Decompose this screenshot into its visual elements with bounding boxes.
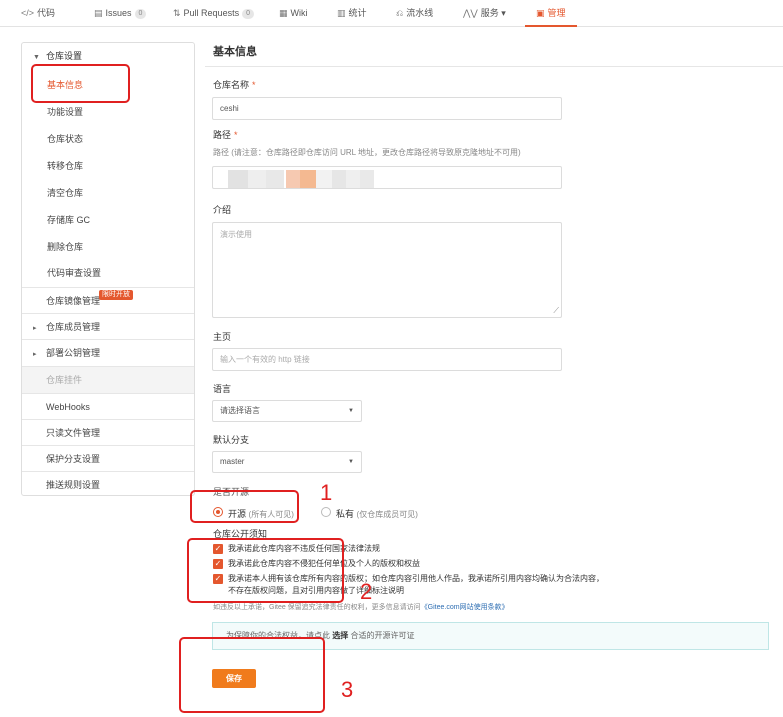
wiki-icon: ▦ xyxy=(279,8,288,18)
sidebar-item-push-rules[interactable]: 推送规则设置 xyxy=(22,471,194,498)
page-title: 基本信息 xyxy=(213,46,257,58)
tab-stats[interactable]: ▥ 统计 xyxy=(337,0,367,27)
annotation-number-3: 3 xyxy=(341,677,354,702)
issues-icon: ▤ xyxy=(94,8,103,18)
chart-icon: ▥ xyxy=(337,8,346,18)
homepage-label: 主页 xyxy=(213,332,232,342)
sidebar-item-delete[interactable]: 删除仓库 xyxy=(47,240,83,253)
sidebar-item-code-review[interactable]: 代码审查设置 xyxy=(47,266,101,279)
caret-right-icon: ▸ xyxy=(33,351,37,358)
homepage-input[interactable]: 输入一个有效的 http 链接 xyxy=(212,348,562,371)
title-divider xyxy=(205,66,783,67)
sidebar-item-label: 仓库镜像管理 xyxy=(46,296,101,306)
default-branch-label: 默认分支 xyxy=(213,435,250,445)
repo-name-label: 仓库名称 * xyxy=(213,78,256,91)
option-sub: (仅仓库成员可见) xyxy=(356,510,418,519)
tab-wiki[interactable]: ▦ Wiki xyxy=(279,0,308,27)
intro-textarea[interactable]: 演示使用 ⟋ xyxy=(212,222,562,318)
sidebar-item-webhooks[interactable]: WebHooks xyxy=(22,393,194,420)
private-radio[interactable] xyxy=(321,507,331,517)
path-hint: 路径 (请注意：仓库路径即仓库访问 URL 地址，更改仓库路径将导致原克隆地址不… xyxy=(213,148,521,157)
terms-link[interactable]: 《Gitee.com网站使用条款》 xyxy=(421,604,509,611)
count-badge: 0 xyxy=(134,9,147,19)
tab-pipeline[interactable]: ⎌ 流水线 xyxy=(396,0,433,27)
label-text: 路径 xyxy=(213,130,232,140)
select-value: master xyxy=(220,457,245,466)
sidebar-item-deploy-keys[interactable]: ▸ 部署公钥管理 xyxy=(22,339,194,366)
sidebar-group-label: 仓库设置 xyxy=(46,51,83,61)
annotation-number-2: 2 xyxy=(360,579,373,604)
sidebar-item-readonly-files[interactable]: 只读文件管理 xyxy=(22,419,194,446)
tab-label: 流水线 xyxy=(406,8,434,18)
sidebar-item-clear[interactable]: 清空仓库 xyxy=(47,186,83,199)
tab-manage[interactable]: ▣ 管理 xyxy=(525,0,577,27)
tab-label: 服务 xyxy=(480,8,499,18)
tab-label: Wiki xyxy=(290,8,308,18)
choose-license-link[interactable]: 选择 xyxy=(332,631,348,640)
sidebar-item-protected-branch[interactable]: 保护分支设置 xyxy=(22,445,194,472)
sidebar-item-plugins: 仓库挂件 xyxy=(22,366,194,393)
annotation-box-checks xyxy=(187,538,344,603)
info-text: 合适的开源许可证 xyxy=(350,631,415,640)
intro-label: 介绍 xyxy=(213,205,232,215)
tab-label: 代码 xyxy=(37,8,56,18)
default-branch-select[interactable]: master ▼ xyxy=(212,451,362,473)
tab-code[interactable]: </> 代码 xyxy=(21,0,55,27)
tab-pull-requests[interactable]: ⇅ Pull Requests 0 xyxy=(173,0,254,27)
manage-icon: ▣ xyxy=(536,8,545,18)
repo-tab-bar: </> 代码 ▤ Issues 0 ⇅ Pull Requests 0 ▦ Wiki ▥ 统计… xyxy=(0,0,783,27)
services-icon: ⋀⋁ xyxy=(463,8,478,18)
annotation-number-1: 1 xyxy=(320,480,333,505)
repo-name-input[interactable]: ceshi xyxy=(212,97,562,120)
sidebar-item-mirror[interactable]: 仓库镜像管理 限时开放 xyxy=(22,287,194,314)
limited-badge: 限时开放 xyxy=(99,290,133,300)
chevron-down-icon: ▾ xyxy=(501,8,506,18)
intro-text: 演示使用 xyxy=(220,230,252,239)
path-label: 路径 * xyxy=(213,128,238,141)
sidebar-item-label: 仓库成员管理 xyxy=(46,322,101,332)
settings-sidebar: ▼ 仓库设置 基本信息 功能设置 仓库状态 转移仓库 清空仓库 存储库 GC 删除… xyxy=(21,42,195,496)
tab-services[interactable]: ⋀⋁ 服务 ▾ xyxy=(463,0,506,27)
caret-down-icon: ▼ xyxy=(348,459,354,465)
redacted-path xyxy=(228,168,378,190)
note-text: 如违反以上承诺，Gitee 保留追究法律责任的权利，更多信息请访问 xyxy=(213,604,421,611)
language-label: 语言 xyxy=(213,384,232,394)
private-option[interactable]: 私有 (仅仓库成员可见) xyxy=(336,507,418,520)
select-value: 请选择语言 xyxy=(220,406,260,415)
sidebar-item-transfer[interactable]: 转移仓库 xyxy=(47,159,83,172)
sidebar-item-features[interactable]: 功能设置 xyxy=(47,105,83,118)
language-select[interactable]: 请选择语言 ▼ xyxy=(212,400,362,422)
sidebar-item-gc[interactable]: 存储库 GC xyxy=(47,213,90,226)
annotation-box-open-source xyxy=(190,490,299,523)
caret-down-icon: ▼ xyxy=(348,408,354,414)
tab-label: 管理 xyxy=(547,8,566,18)
sidebar-item-members[interactable]: ▸ 仓库成员管理 xyxy=(22,313,194,340)
annotation-box-basic-info xyxy=(31,64,130,103)
count-badge: 0 xyxy=(242,9,254,19)
pull-request-icon: ⇅ xyxy=(173,8,181,18)
option-label: 私有 xyxy=(336,509,355,519)
code-icon: </> xyxy=(21,8,35,18)
pipeline-icon: ⎌ xyxy=(396,8,404,18)
tab-label: 统计 xyxy=(348,8,367,18)
annotation-box-save xyxy=(179,637,325,713)
required-mark: * xyxy=(252,80,256,90)
sidebar-item-repo-status[interactable]: 仓库状态 xyxy=(47,132,83,145)
tab-issues[interactable]: ▤ Issues 0 xyxy=(94,0,147,27)
required-mark: * xyxy=(234,130,238,140)
tab-label: Pull Requests xyxy=(183,8,240,18)
tab-label: Issues xyxy=(105,8,132,18)
label-text: 仓库名称 xyxy=(213,80,250,90)
sidebar-item-label: 部署公钥管理 xyxy=(46,348,101,358)
resize-handle-icon[interactable]: ⟋ xyxy=(553,307,559,315)
